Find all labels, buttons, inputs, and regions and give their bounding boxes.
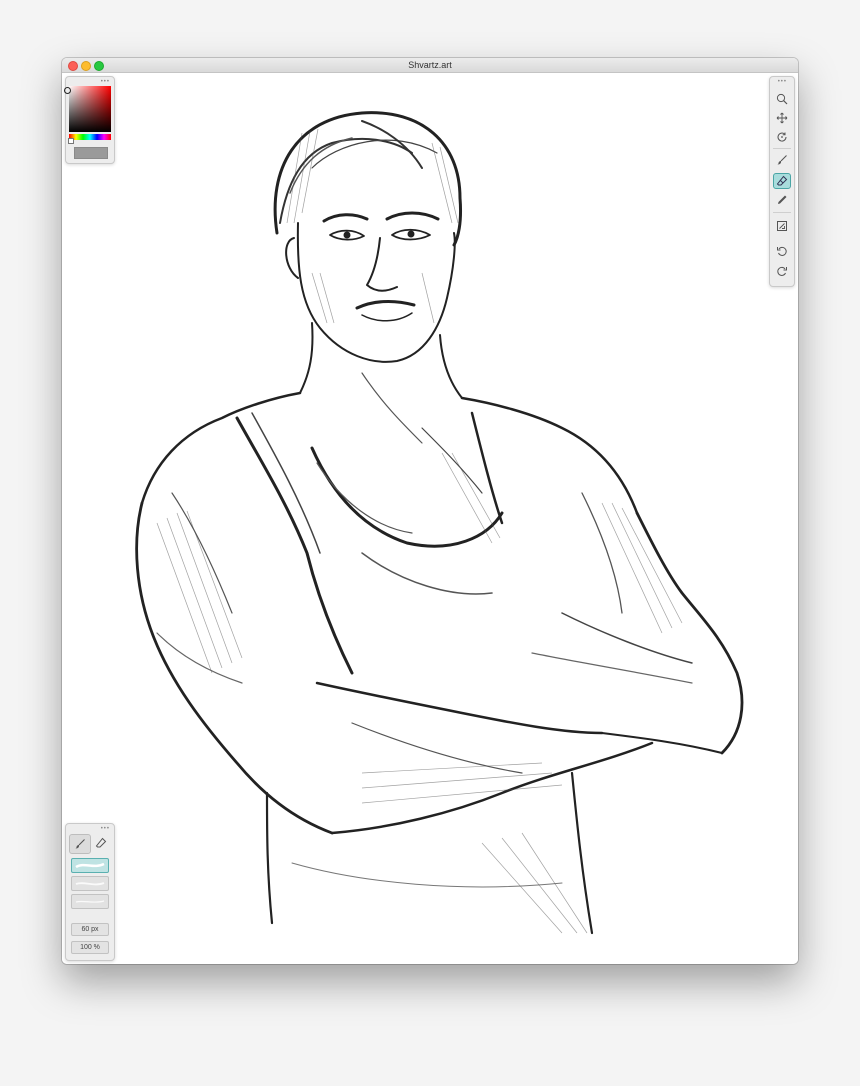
window-title: Shvartz.art bbox=[408, 60, 452, 70]
saturation-brightness-picker[interactable] bbox=[69, 86, 111, 132]
tool-panel: ••• bbox=[769, 76, 795, 287]
pencil-tool-button[interactable] bbox=[773, 192, 791, 208]
hue-slider[interactable] bbox=[69, 134, 111, 140]
eraser-icon bbox=[95, 837, 107, 848]
stroke-preview-icon bbox=[75, 882, 105, 886]
brush-tool-button[interactable] bbox=[773, 152, 791, 168]
drawing-canvas[interactable] bbox=[62, 73, 798, 964]
move-arrows-icon bbox=[776, 112, 788, 124]
canvas-size-icon bbox=[777, 221, 787, 231]
brush-mode-button[interactable] bbox=[69, 834, 91, 854]
brush-icon bbox=[75, 839, 85, 849]
brush-icon bbox=[777, 155, 787, 165]
app-window: Shvartz.art ••• ••• ••• 60 px 100 % bbox=[62, 58, 798, 964]
sketch-drawing bbox=[135, 111, 744, 935]
current-color-swatch[interactable] bbox=[74, 147, 108, 159]
redo-icon bbox=[777, 266, 787, 276]
move-tool-button[interactable] bbox=[773, 110, 791, 126]
brush-settings-panel: ••• 60 px 100 % bbox=[65, 823, 115, 961]
eraser-mode-button[interactable] bbox=[91, 834, 111, 852]
panel-grip-icon[interactable]: ••• bbox=[101, 79, 110, 85]
title-bar[interactable]: Shvartz.art bbox=[62, 58, 798, 73]
stroke-style-option[interactable] bbox=[71, 894, 109, 909]
zoom-tool-button[interactable] bbox=[773, 91, 791, 107]
magnifier-icon bbox=[776, 93, 788, 105]
brush-size-field[interactable]: 60 px bbox=[71, 923, 109, 936]
color-picker-handle[interactable] bbox=[64, 87, 71, 94]
stroke-style-option[interactable] bbox=[71, 858, 109, 873]
undo-icon bbox=[777, 246, 787, 256]
rotate-tool-button[interactable] bbox=[773, 129, 791, 145]
eraser-icon bbox=[776, 175, 788, 186]
panel-grip-icon[interactable]: ••• bbox=[778, 79, 787, 85]
brush-opacity-field[interactable]: 100 % bbox=[71, 941, 109, 954]
rotate-icon bbox=[777, 132, 787, 142]
hue-slider-handle[interactable] bbox=[68, 138, 74, 144]
stroke-preview-icon bbox=[75, 862, 105, 869]
tool-separator bbox=[773, 148, 791, 149]
tool-separator bbox=[773, 212, 791, 213]
color-picker-panel: ••• bbox=[64, 76, 115, 164]
eraser-tool-button[interactable] bbox=[773, 173, 791, 189]
panel-grip-icon[interactable]: ••• bbox=[101, 826, 110, 832]
canvas-size-button[interactable] bbox=[773, 218, 791, 234]
stroke-style-option[interactable] bbox=[71, 876, 109, 891]
redo-button[interactable] bbox=[773, 263, 791, 279]
pencil-icon bbox=[778, 195, 787, 204]
undo-button[interactable] bbox=[773, 243, 791, 259]
stroke-preview-icon bbox=[75, 900, 105, 903]
